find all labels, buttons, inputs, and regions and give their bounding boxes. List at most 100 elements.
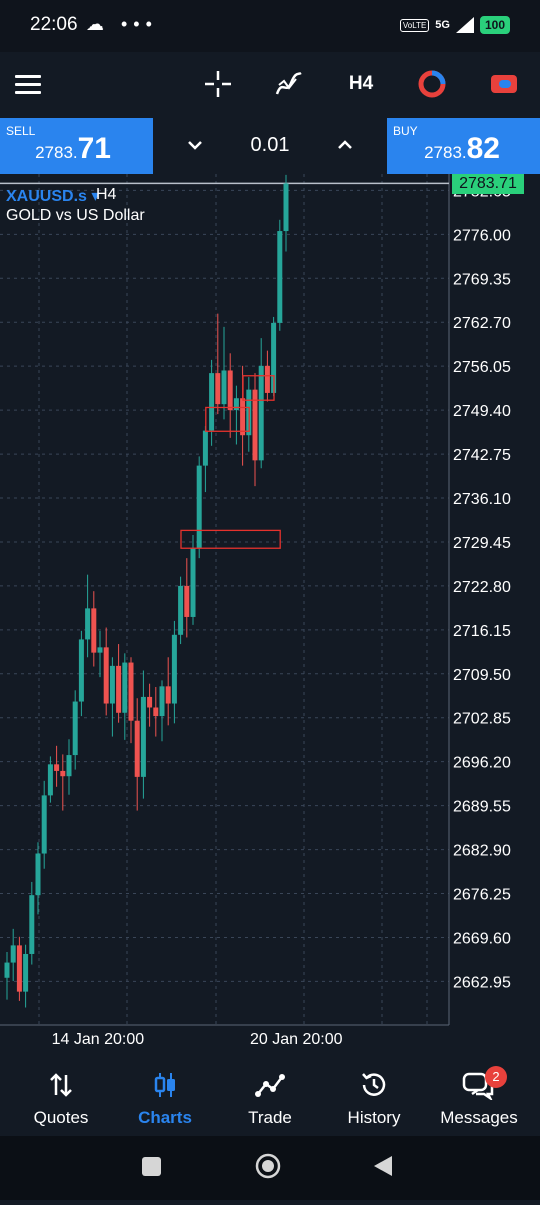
indicators-button[interactable] [269, 64, 309, 104]
candle-body [190, 548, 196, 617]
candle-body [66, 755, 72, 777]
price-axis-label: 2769.35 [453, 271, 511, 288]
candle-body [122, 662, 128, 713]
one-click-trading-button[interactable] [484, 64, 524, 104]
nav-messages[interactable]: 2 Messages [427, 1066, 531, 1130]
candle-body [91, 608, 97, 653]
price-axis-label: 2756.05 [453, 359, 511, 376]
candle-body [196, 465, 202, 549]
time-axis-label: 14 Jan 20:00 [52, 1031, 145, 1048]
candle-body [240, 398, 246, 436]
price-axis-label: 2662.95 [453, 974, 511, 991]
candle-body [277, 231, 283, 323]
lot-size[interactable]: 0.01 [230, 134, 310, 157]
candle-body [171, 634, 177, 704]
nav-trade[interactable]: Trade [218, 1068, 322, 1130]
price-axis-label: 2729.45 [453, 535, 511, 552]
price-axis-label: 2669.60 [453, 930, 511, 947]
nav-quotes[interactable]: Quotes [9, 1068, 113, 1130]
timeframe-button[interactable]: H4 [341, 64, 381, 104]
candle-body [47, 764, 53, 796]
chevron-up-icon [338, 140, 352, 149]
crosshair-button[interactable] [198, 64, 238, 104]
objects-button[interactable] [412, 64, 452, 104]
home-icon-dot [262, 1160, 274, 1172]
candle-body [103, 647, 109, 704]
candle-body [128, 662, 134, 721]
chevron-down-icon [188, 141, 202, 150]
signal-icon [455, 17, 474, 33]
indicator-icon [275, 71, 302, 95]
sell-button[interactable]: SELL 2783.71 [0, 118, 153, 174]
candle-body [78, 639, 84, 702]
status-notification-icons: ☁ ••• [86, 14, 158, 34]
status-time: 22:06 [30, 14, 78, 35]
chart-symbol-text: XAUUSD.s [6, 188, 87, 205]
candle-body [215, 373, 221, 405]
trade-bar: SELL 2783.71 0.01 BUY 2783.82 [0, 118, 540, 174]
messages-badge: 2 [485, 1066, 507, 1088]
candle-body [233, 398, 239, 411]
sell-price-prefix: 2783. [35, 143, 78, 162]
nav-charts-label: Charts [138, 1108, 192, 1127]
price-axis-label: 2676.25 [453, 887, 511, 904]
crosshair-icon [205, 71, 231, 97]
price-axis-label: 2722.80 [453, 579, 511, 596]
price-chart[interactable]: 2782.652776.002769.352762.702756.052749.… [0, 174, 540, 1060]
candle-body [23, 953, 29, 992]
price-axis-label: 2702.85 [453, 711, 511, 728]
chart-toolbar: H4 [0, 52, 540, 118]
candlestick-icon [154, 1073, 175, 1097]
price-axis-label: 2682.90 [453, 843, 511, 860]
buy-price-pips: 82 [466, 132, 500, 165]
buy-button[interactable]: BUY 2783.82 [387, 118, 540, 174]
sell-label: SELL [6, 124, 36, 138]
candle-body [209, 373, 215, 431]
lot-decrease-button[interactable] [183, 132, 207, 158]
candle-body [178, 585, 184, 635]
candle-body [10, 945, 16, 963]
price-axis-label: 2689.55 [453, 799, 511, 816]
price-axis-label: 2742.75 [453, 447, 511, 464]
status-bar: 22:06 ☁ ••• VoLTE 5G 100 [0, 0, 540, 52]
price-axis-label: 2696.20 [453, 755, 511, 772]
candle-body [283, 183, 289, 232]
candle-body [258, 365, 264, 461]
candle-body [35, 853, 41, 896]
candle-body [29, 895, 35, 954]
recent-apps-icon[interactable] [142, 1157, 161, 1176]
nav-history[interactable]: History [322, 1068, 426, 1130]
chart-timeframe: H4 [96, 186, 117, 203]
chart-symbol[interactable]: XAUUSD.s ▾ [6, 186, 99, 206]
candle-body [227, 370, 233, 411]
timeframe-label: H4 [348, 73, 374, 94]
system-navigation-bar [0, 1136, 540, 1200]
candle-body [116, 665, 122, 713]
candle-body [153, 707, 159, 717]
objects-pie-icon [418, 70, 446, 98]
candle-body [4, 962, 10, 978]
candle-body [134, 720, 140, 777]
network-type: 5G [435, 19, 450, 31]
menu-button[interactable] [8, 64, 48, 104]
candle-body [165, 686, 171, 704]
current-price-tag: 2783.71 [452, 174, 524, 194]
price-axis-label: 2716.15 [453, 623, 511, 640]
nav-messages-label: Messages [440, 1108, 518, 1127]
arrows-up-down-icon [50, 1073, 72, 1097]
sell-price-pips: 71 [77, 132, 111, 165]
hamburger-icon [15, 75, 41, 94]
nav-quotes-label: Quotes [33, 1108, 89, 1127]
candle-body [159, 686, 165, 717]
candle-body [16, 945, 22, 992]
candle-body [54, 764, 60, 771]
candle-body [97, 647, 103, 653]
candle-body [72, 701, 78, 756]
sell-price: 2783.71 [35, 132, 111, 166]
lot-increase-button[interactable] [333, 132, 357, 158]
buy-price: 2783.82 [424, 132, 500, 166]
price-axis-label: 2776.00 [453, 227, 511, 244]
one-click-trading-icon [491, 75, 517, 93]
nav-charts[interactable]: Charts [113, 1068, 217, 1130]
back-icon[interactable] [374, 1156, 392, 1176]
